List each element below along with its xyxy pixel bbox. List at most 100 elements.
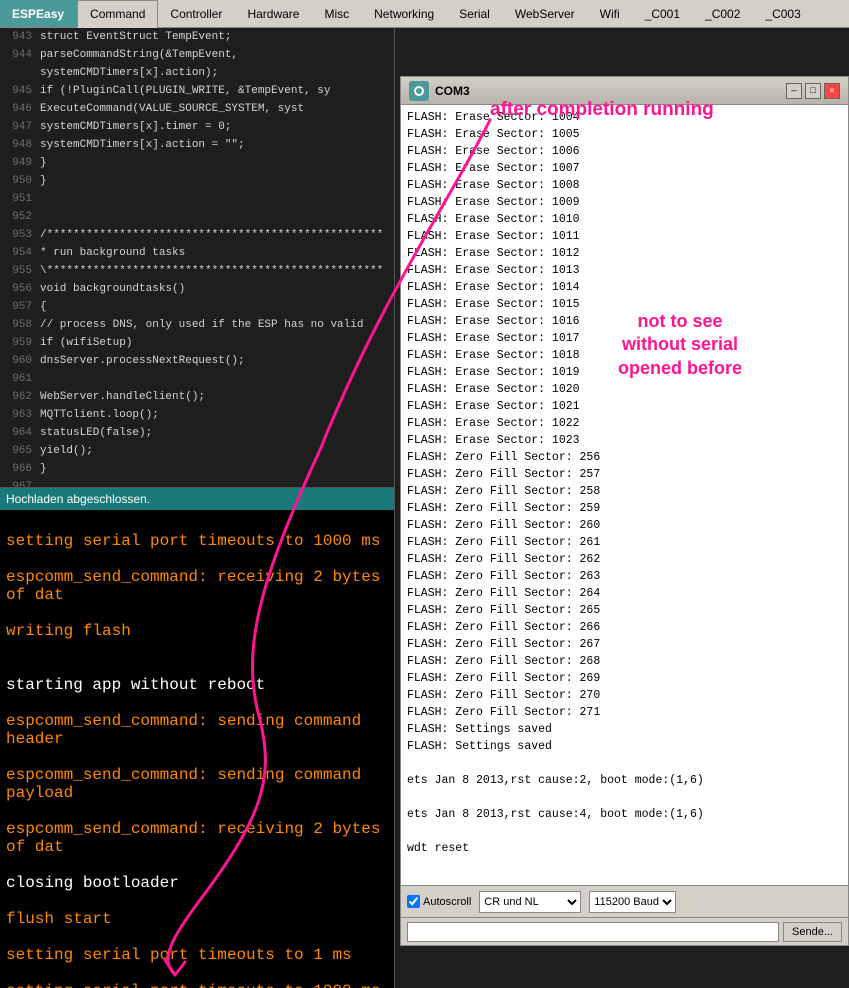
line-number: 962 — [0, 388, 40, 406]
serial-line: FLASH: Zero Fill Sector: 268 — [407, 653, 842, 670]
console-line — [6, 802, 389, 820]
send-input[interactable] — [407, 922, 779, 942]
send-button[interactable]: Sende... — [783, 922, 842, 942]
maximize-button[interactable]: □ — [805, 83, 821, 99]
code-line: 963 MQTTclient.loop(); — [0, 406, 395, 424]
console-line: espcomm_send_command: receiving 2 bytes … — [6, 568, 389, 604]
console-line — [6, 640, 389, 658]
line-number: 955 — [0, 262, 40, 280]
line-number: 966 — [0, 460, 40, 478]
serial-output[interactable]: FLASH: Erase Sector: 1004FLASH: Erase Se… — [401, 105, 848, 885]
menu-item-serial[interactable]: Serial — [447, 0, 503, 27]
line-code: dnsServer.processNextRequest(); — [40, 352, 245, 370]
minimize-button[interactable]: — — [786, 83, 802, 99]
line-number: 953 — [0, 226, 40, 244]
console-content: setting serial port timeouts to 1000 ms … — [0, 510, 395, 988]
line-number: 946 — [0, 100, 40, 118]
vertical-divider — [394, 28, 395, 988]
line-code: // process DNS, only used if the ESP has… — [40, 316, 363, 334]
code-line: 959 if (wifiSetup) — [0, 334, 395, 352]
code-line: 950} — [0, 172, 395, 190]
line-code: } — [40, 460, 47, 478]
line-code: struct EventStruct TempEvent; — [40, 28, 231, 46]
menu-item-c001[interactable]: _C001 — [633, 0, 693, 27]
menu-item-c003[interactable]: _C003 — [753, 0, 813, 27]
code-line: 953/************************************… — [0, 226, 395, 244]
console-line — [6, 964, 389, 982]
serial-line: FLASH: Zero Fill Sector: 262 — [407, 551, 842, 568]
line-code: if (wifiSetup) — [40, 334, 132, 352]
console-line — [6, 550, 389, 568]
console-line: espcomm_send_command: receiving 2 bytes … — [6, 820, 389, 856]
line-ending-select[interactable]: Kein ZeilenendeNeue ZeileWagenrücklaufCR… — [479, 891, 581, 913]
line-number: 956 — [0, 280, 40, 298]
console-line: espcomm_send_command: sending command pa… — [6, 766, 389, 802]
line-number: 958 — [0, 316, 40, 334]
serial-line: FLASH: Zero Fill Sector: 270 — [407, 687, 842, 704]
serial-line: FLASH: Zero Fill Sector: 267 — [407, 636, 842, 653]
console-header-text: Hochladen abgeschlossen. — [6, 492, 150, 506]
code-line: 966} — [0, 460, 395, 478]
code-line: 960 dnsServer.processNextRequest(); — [0, 352, 395, 370]
line-number: 945 — [0, 82, 40, 100]
console-line: setting serial port timeouts to 1000 ms — [6, 532, 389, 550]
code-line: 948 systemCMDTimers[x].action = ""; — [0, 136, 395, 154]
menu-item-hardware[interactable]: Hardware — [235, 0, 312, 27]
console-line: setting serial port timeouts to 1000 ms — [6, 982, 389, 988]
line-code: yield(); — [40, 442, 93, 460]
serial-line: FLASH: Erase Sector: 1007 — [407, 160, 842, 177]
serial-line: FLASH: Zero Fill Sector: 266 — [407, 619, 842, 636]
line-code: void backgroundtasks() — [40, 280, 185, 298]
code-line: 952 — [0, 208, 395, 226]
serial-title-bar: COM3 — □ ✕ — [401, 77, 848, 105]
close-button[interactable]: ✕ — [824, 83, 840, 99]
line-number: 960 — [0, 352, 40, 370]
line-number: 952 — [0, 208, 40, 226]
menu-item-c002[interactable]: _C002 — [693, 0, 753, 27]
serial-line — [407, 789, 842, 806]
serial-line: FLASH: Zero Fill Sector: 259 — [407, 500, 842, 517]
line-code: WebServer.handleClient(); — [40, 388, 205, 406]
autoscroll-label: Autoscroll — [407, 895, 471, 908]
line-code: * run background tasks — [40, 244, 185, 262]
code-line: 945 if (!PluginCall(PLUGIN_WRITE, &TempE… — [0, 82, 395, 100]
menu-item-networking[interactable]: Networking — [362, 0, 447, 27]
line-number: 964 — [0, 424, 40, 442]
serial-icon — [409, 81, 429, 101]
serial-line: FLASH: Erase Sector: 1022 — [407, 415, 842, 432]
serial-line: FLASH: Zero Fill Sector: 258 — [407, 483, 842, 500]
serial-line: FLASH: Erase Sector: 1018 — [407, 347, 842, 364]
serial-line — [407, 755, 842, 772]
console-line — [6, 856, 389, 874]
line-code: \***************************************… — [40, 262, 383, 280]
console-line — [6, 514, 389, 532]
code-line: 957{ — [0, 298, 395, 316]
code-line: 961 — [0, 370, 395, 388]
code-line: 962 WebServer.handleClient(); — [0, 388, 395, 406]
serial-title-text: COM3 — [435, 84, 786, 98]
console-line: writing flash — [6, 622, 389, 640]
serial-line: FLASH: Erase Sector: 1015 — [407, 296, 842, 313]
serial-line: FLASH: Zero Fill Sector: 271 — [407, 704, 842, 721]
code-line: 954 * run background tasks — [0, 244, 395, 262]
serial-toolbar: Autoscroll Kein ZeilenendeNeue ZeileWage… — [401, 885, 848, 917]
menu-item-misc[interactable]: Misc — [312, 0, 362, 27]
code-line: 946 ExecuteCommand(VALUE_SOURCE_SYSTEM, … — [0, 100, 395, 118]
baud-rate-select[interactable]: 300 Baud1200 Baud2400 Baud4800 Baud9600 … — [589, 891, 676, 913]
serial-line: ets Jan 8 2013,rst cause:4, boot mode:(1… — [407, 806, 842, 823]
code-line: 956void backgroundtasks() — [0, 280, 395, 298]
serial-line: FLASH: Erase Sector: 1021 — [407, 398, 842, 415]
autoscroll-checkbox[interactable] — [407, 895, 420, 908]
code-line: 955\************************************… — [0, 262, 395, 280]
menu-item-webserver[interactable]: WebServer — [503, 0, 588, 27]
code-line: 944 parseCommandString(&TempEvent, syste… — [0, 46, 395, 82]
menu-item-controller[interactable]: Controller — [158, 0, 235, 27]
menu-item-espeasy[interactable]: ESPEasy — [0, 0, 77, 27]
menu-item-command[interactable]: Command — [77, 0, 158, 28]
serial-line: ets Jan 8 2013,rst cause:2, boot mode:(1… — [407, 772, 842, 789]
serial-line: FLASH: Erase Sector: 1023 — [407, 432, 842, 449]
menu-item-wifi[interactable]: Wifi — [588, 0, 633, 27]
serial-line: FLASH: Zero Fill Sector: 257 — [407, 466, 842, 483]
serial-line: FLASH: Erase Sector: 1016 — [407, 313, 842, 330]
line-number: 947 — [0, 118, 40, 136]
